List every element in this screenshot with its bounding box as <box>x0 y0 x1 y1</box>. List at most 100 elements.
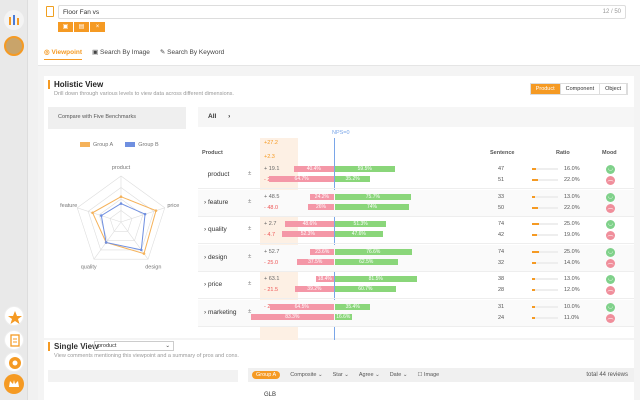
radar-axis-label: feature <box>60 203 77 209</box>
filter-star[interactable]: Star ⌄ <box>333 372 349 378</box>
aspect-label[interactable]: › marketing <box>204 309 237 316</box>
tab-viewpoint[interactable]: ◎ Viewpoint <box>44 48 83 60</box>
tab-search-by-keyword[interactable]: ✎ Search By Keyword <box>160 48 224 60</box>
toggle-product[interactable]: Product <box>530 84 561 94</box>
table-row[interactable]: › quality ± + 2.7 - 4.7 48.6% 51.3% 52.3% 47.6%… <box>198 217 634 244</box>
radar-point[interactable] <box>142 252 146 255</box>
chevron-right-icon[interactable]: › <box>228 113 230 120</box>
happy-face-icon[interactable]: ◡ <box>606 192 615 202</box>
ratio-bar <box>532 223 558 225</box>
negative-bar[interactable]: 23.6% <box>310 248 334 255</box>
score-a: + 52.7 <box>264 248 280 255</box>
positive-bar[interactable]: 51.3% <box>335 221 387 227</box>
happy-face-icon[interactable]: ◡ <box>606 165 615 174</box>
filter-composite[interactable]: Composite ⌄ <box>290 372 322 378</box>
positive-bar[interactable]: 75.7% <box>335 193 411 200</box>
table-row[interactable]: product±+ 19.1- 29.540.4%59.5%64.7%35.2%… <box>198 162 634 189</box>
legend-group-a[interactable]: Group A <box>80 142 113 148</box>
sad-face-icon[interactable]: ︵ <box>606 258 615 268</box>
aspect-label[interactable]: › design <box>204 254 227 261</box>
aspect-label[interactable]: product <box>204 171 230 178</box>
table-row[interactable]: › design ± + 52.7 - 25.0 23.6% 76.6% 37.5% 62.5… <box>198 244 634 272</box>
copy-icon[interactable]: ▤ <box>74 22 90 32</box>
happy-face-icon[interactable]: ◡ <box>606 275 615 284</box>
radar-point[interactable] <box>119 202 123 205</box>
positive-bar[interactable]: 47.6% <box>335 231 383 237</box>
viewpoint-select[interactable]: product ⌄ <box>94 341 174 351</box>
negative-bar[interactable]: 26% <box>308 203 334 210</box>
happy-face-icon[interactable]: ◡ <box>606 220 615 229</box>
table-row[interactable]: › feature ± + 48.5 - 48.0 24.2% 75.7% 26% 74% 33… <box>198 189 634 217</box>
positive-bar[interactable]: 16.6% <box>335 313 352 320</box>
document-icon[interactable] <box>4 330 24 350</box>
filter-image[interactable]: ☐ Image <box>417 372 439 378</box>
positive-bar[interactable]: 81.5% <box>335 276 417 282</box>
positive-bar[interactable]: 76.6% <box>335 248 412 255</box>
score-b: - 48.0 <box>264 204 279 211</box>
negative-bar[interactable]: 40.4% <box>293 166 334 172</box>
toggle-component[interactable]: Component <box>561 84 601 94</box>
radar-axis-label: design <box>145 264 161 270</box>
aspect-label[interactable]: › quality <box>204 226 227 233</box>
star-icon[interactable] <box>4 306 24 326</box>
negative-bar[interactable]: 18.4% <box>315 276 334 282</box>
dimension-toggle: Product Component Object <box>529 83 628 95</box>
negative-bar[interactable]: 39.2% <box>294 286 334 292</box>
radar-point[interactable] <box>104 241 108 244</box>
sad-face-icon[interactable]: ︵ <box>606 313 615 323</box>
aspect-label[interactable]: › price <box>204 281 222 288</box>
radar-point[interactable] <box>100 214 103 217</box>
radar-point[interactable] <box>154 209 158 212</box>
table-row[interactable]: › price ± + 63.1 - 21.5 18.4% 81.5% 39.2% 60.7%… <box>198 272 634 299</box>
crown-icon[interactable] <box>4 374 24 394</box>
positive-bar[interactable]: 59.5% <box>335 166 395 172</box>
radar-point[interactable] <box>91 211 94 215</box>
section-title: Holistic View <box>48 80 103 89</box>
radar-point[interactable] <box>119 195 123 198</box>
negative-bar[interactable]: 48.6% <box>285 221 334 227</box>
positive-bar[interactable]: 35.4% <box>335 303 371 310</box>
negative-bar[interactable]: 37.5% <box>296 258 334 265</box>
chrome-icon[interactable] <box>4 352 24 372</box>
negative-bar[interactable]: 83.3% <box>250 313 334 320</box>
benchmark-box[interactable]: Compare with Five Benchmarks <box>48 107 186 129</box>
positive-bar[interactable]: 62.5% <box>335 258 398 265</box>
negative-bar[interactable]: 24.2% <box>309 193 334 200</box>
group-chip[interactable]: Group A <box>252 371 281 379</box>
positive-bar[interactable]: 35.2% <box>335 176 371 182</box>
app-logo-icon[interactable] <box>4 10 24 30</box>
positive-bar[interactable]: 60.7% <box>335 286 396 292</box>
negative-bar[interactable]: 64.7% <box>269 176 334 182</box>
sentence-count: 28 <box>498 287 505 293</box>
negative-bar[interactable]: 64.5% <box>269 303 334 310</box>
positive-bar[interactable]: 74% <box>335 203 409 210</box>
radar-axis <box>120 207 165 223</box>
table-row[interactable]: › marketing±- 29.1- 66.764.5%35.4%83.3%1… <box>198 299 634 327</box>
sad-face-icon[interactable]: ︵ <box>606 176 615 185</box>
title-input[interactable]: Floor Fan vs 12 / 50 <box>58 5 626 19</box>
tab-search-by-image[interactable]: ▣ Search By Image <box>92 48 150 60</box>
radar-point[interactable] <box>139 248 143 252</box>
save-icon[interactable]: ▣ <box>58 22 74 32</box>
happy-face-icon[interactable]: ◡ <box>606 302 615 312</box>
single-view-title: Single View <box>48 342 98 351</box>
ratio-value: 13.0% <box>564 193 580 200</box>
radar-point[interactable] <box>143 212 147 216</box>
negative-bar[interactable]: 52.3% <box>281 231 334 237</box>
close-icon[interactable]: × <box>90 22 106 32</box>
legend-group-b[interactable]: Group B <box>125 142 159 148</box>
sad-face-icon[interactable]: ︵ <box>606 203 615 213</box>
nps-label: NPS=0 <box>332 130 350 136</box>
filter-agree[interactable]: Agree ⌄ <box>359 372 380 378</box>
sad-face-icon[interactable]: ︵ <box>606 286 615 295</box>
ratio-value: 25.0% <box>564 248 580 255</box>
filter-all[interactable]: All <box>208 113 216 120</box>
ratio-bar <box>532 289 558 291</box>
toggle-object[interactable]: Object <box>600 84 627 94</box>
aspect-label[interactable]: › feature <box>204 199 228 206</box>
filter-date[interactable]: Date ⌄ <box>390 372 408 378</box>
ratio-bar <box>532 179 558 181</box>
happy-face-icon[interactable]: ◡ <box>606 247 615 257</box>
user-avatar[interactable] <box>4 36 24 56</box>
sad-face-icon[interactable]: ︵ <box>606 231 615 240</box>
